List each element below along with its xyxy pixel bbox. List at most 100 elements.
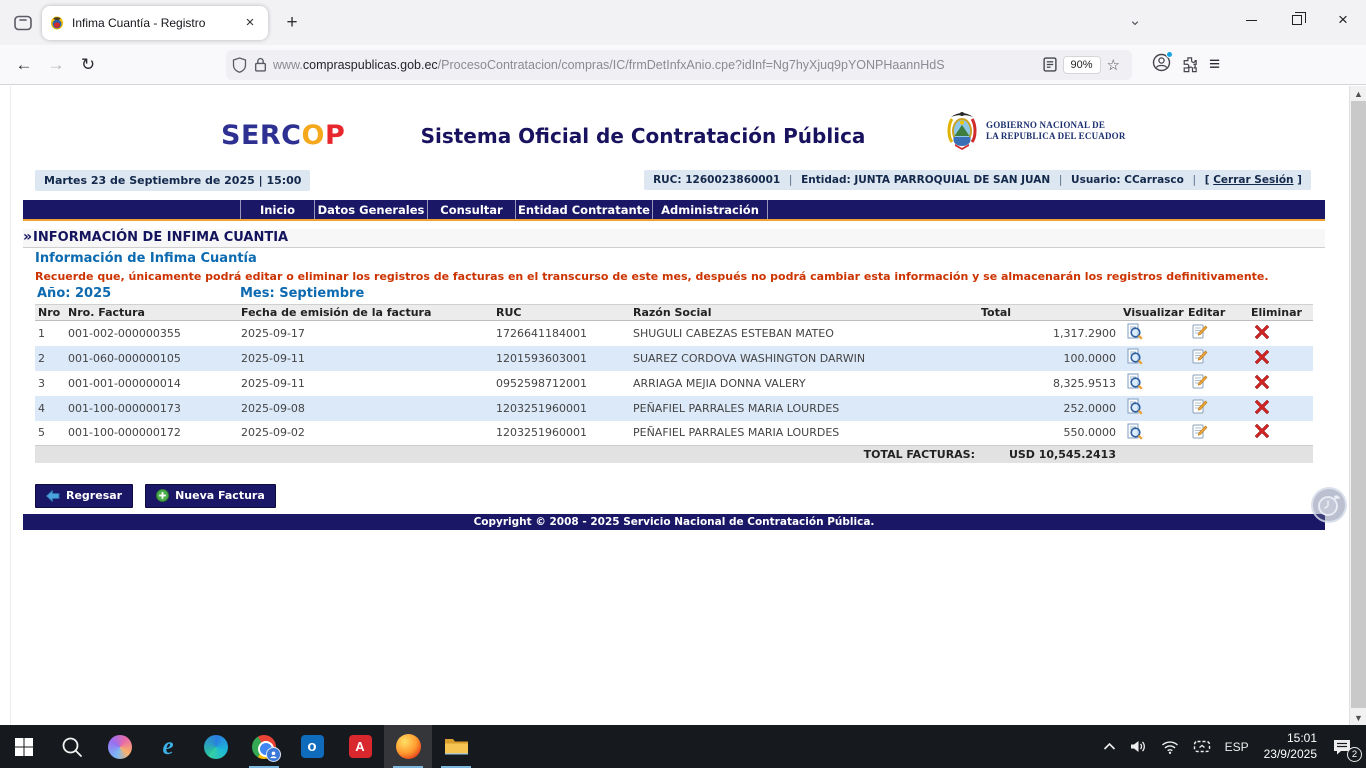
plus-circle-icon (156, 489, 169, 502)
nav-item-administracion[interactable]: Administración (653, 200, 768, 219)
main-nav: Inicio Datos Generales Consultar Entidad… (23, 200, 1325, 221)
eliminar-icon[interactable] (1254, 374, 1270, 390)
taskbar-copilot-button[interactable] (96, 725, 144, 768)
taskbar-acrobat-button[interactable]: A (336, 725, 384, 768)
menu-hamburger-icon[interactable]: ≡ (1209, 54, 1220, 76)
visualizar-icon[interactable] (1126, 373, 1143, 390)
page-viewport: SERCOP Sistema Oficial de Contratación P… (0, 86, 1349, 725)
clock-icon (1316, 492, 1342, 518)
table-row: 4 001-100-000000173 2025-09-08 120325196… (35, 396, 1313, 421)
table-header-row: Nro Nro. Factura Fecha de emisión de la … (35, 305, 1313, 321)
visualizar-icon[interactable] (1126, 423, 1143, 440)
cast-display-icon[interactable] (1186, 725, 1218, 768)
eliminar-icon[interactable] (1254, 423, 1270, 439)
nav-item-datos-generales[interactable]: Datos Generales (315, 200, 428, 219)
browser-tab-strip: Infima Cuantía - Registro × + ⌄ × (0, 0, 1366, 45)
reader-view-icon[interactable] (1043, 57, 1057, 72)
editar-icon[interactable] (1191, 423, 1208, 440)
taskbar-file-explorer-button[interactable] (432, 725, 480, 768)
lock-icon[interactable] (254, 57, 267, 72)
browser-tab[interactable]: Infima Cuantía - Registro × (42, 6, 268, 40)
site-footer: Copyright © 2008 - 2025 Servicio Naciona… (23, 514, 1325, 530)
page-heading-text: INFORMACIÓN DE INFIMA CUANTIA (33, 230, 288, 245)
editar-icon[interactable] (1191, 398, 1208, 415)
regresar-button[interactable]: Regresar (35, 484, 133, 508)
tab-close-icon[interactable]: × (240, 13, 260, 33)
account-button[interactable] (1152, 53, 1171, 77)
acrobat-icon: A (349, 735, 372, 758)
taskbar-firefox-button[interactable] (384, 725, 432, 768)
tab-title: Infima Cuantía - Registro (72, 16, 232, 30)
editar-icon[interactable] (1191, 323, 1208, 340)
eliminar-icon[interactable] (1254, 349, 1270, 365)
forward-button[interactable]: → (40, 49, 72, 81)
taskbar-outlook-button[interactable]: o (288, 725, 336, 768)
taskbar-search-button[interactable] (48, 725, 96, 768)
visualizar-icon[interactable] (1126, 323, 1143, 340)
anio-label: Año: 2025 (37, 286, 111, 301)
minimize-button[interactable] (1228, 0, 1274, 40)
wifi-icon[interactable] (1154, 725, 1186, 768)
extensions-puzzle-icon[interactable] (1181, 56, 1199, 74)
url-path: /ProcesoContratacion/compras/IC/frmDetIn… (438, 58, 945, 72)
scroll-up-icon[interactable]: ▲ (1350, 86, 1366, 101)
notification-center-button[interactable]: 2 (1325, 725, 1366, 768)
url-bar[interactable]: www.compraspublicas.gob.ec/ProcesoContra… (226, 50, 1132, 80)
header-fecha: Fecha de emisión de la factura (238, 305, 493, 321)
total-facturas-value: USD 10,545.2413 (978, 446, 1120, 463)
browser-toolbar: ← → ↻ www.compraspublicas.gob.ec/Proceso… (0, 45, 1366, 85)
scroll-down-icon[interactable]: ▼ (1350, 710, 1366, 725)
government-line2: LA REPUBLICA DEL ECUADOR (986, 131, 1126, 142)
file-explorer-icon (444, 736, 469, 757)
nav-item-entidad-contratante[interactable]: Entidad Contratante (516, 200, 653, 219)
scrollbar-thumb[interactable] (1351, 101, 1366, 708)
visualizar-icon[interactable] (1126, 398, 1143, 415)
nav-item-inicio[interactable]: Inicio (240, 200, 315, 219)
restore-icon (1292, 15, 1302, 25)
editar-icon[interactable] (1191, 373, 1208, 390)
ruc-value: 1260023860001 (685, 174, 780, 186)
user-info-box: RUC: 1260023860001 | Entidad: JUNTA PARR… (644, 170, 1311, 190)
entidad-label: Entidad: (801, 174, 851, 186)
mes-label: Mes: Septiembre (240, 286, 364, 301)
firefox-view-icon (14, 15, 32, 31)
edge-icon (204, 735, 228, 759)
tray-chevron-up-icon[interactable] (1096, 725, 1123, 768)
new-tab-button[interactable]: + (276, 7, 308, 39)
taskbar-internet-explorer-button[interactable]: e (144, 725, 192, 768)
header-factura: Nro. Factura (65, 305, 238, 321)
list-all-tabs-icon[interactable]: ⌄ (1118, 3, 1152, 37)
bookmark-star-icon[interactable]: ☆ (1107, 56, 1120, 74)
nav-item-consultar[interactable]: Consultar (428, 200, 516, 219)
copilot-icon (108, 735, 132, 759)
separator: | (1059, 174, 1063, 186)
start-button[interactable] (0, 725, 48, 768)
back-button[interactable]: ← (8, 49, 40, 81)
url-text[interactable]: www.compraspublicas.gob.ec/ProcesoContra… (273, 58, 1039, 72)
heading-marker-icon: » (23, 229, 32, 245)
eliminar-icon[interactable] (1254, 324, 1270, 340)
session-timer-widget[interactable] (1311, 487, 1347, 523)
header-nro: Nro (35, 305, 65, 321)
visualizar-icon[interactable] (1126, 348, 1143, 365)
editar-icon[interactable] (1191, 348, 1208, 365)
eliminar-icon[interactable] (1254, 399, 1270, 415)
close-button[interactable]: × (1320, 0, 1366, 40)
tray-date: 23/9/2025 (1264, 747, 1317, 763)
restore-button[interactable] (1274, 0, 1320, 40)
reload-button[interactable]: ↻ (72, 49, 104, 81)
taskbar-chrome-button[interactable] (240, 725, 288, 768)
action-buttons: Regresar Nueva Factura (35, 484, 276, 508)
volume-icon[interactable] (1123, 725, 1154, 768)
language-indicator[interactable]: ESP (1218, 725, 1256, 768)
clock-date[interactable]: 15:01 23/9/2025 (1256, 731, 1325, 762)
window-controls: ⌄ × (1118, 0, 1366, 40)
nueva-factura-button[interactable]: Nueva Factura (145, 484, 276, 508)
zoom-level-button[interactable]: 90% (1063, 56, 1101, 74)
taskbar-edge-button[interactable] (192, 725, 240, 768)
logout-link[interactable]: Cerrar Sesión (1213, 174, 1293, 186)
entidad-value: JUNTA PARROQUIAL DE SAN JUAN (854, 174, 1050, 186)
vertical-scrollbar[interactable]: ▲ ▼ (1349, 86, 1366, 725)
shield-icon[interactable] (232, 57, 247, 73)
firefox-view-button[interactable] (6, 6, 40, 40)
